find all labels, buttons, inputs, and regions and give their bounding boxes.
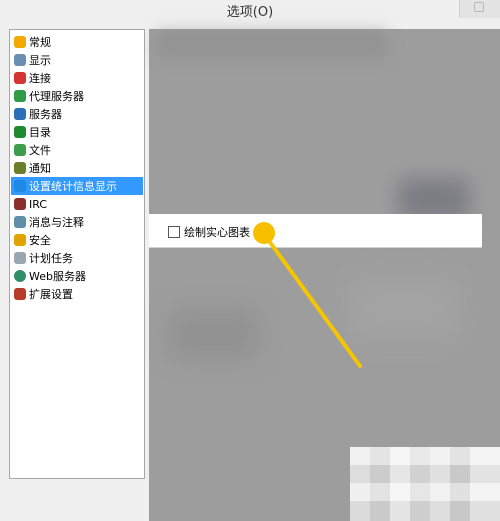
lock-icon [14, 234, 26, 246]
blurred-content [157, 31, 387, 59]
sidebar-item-proxy[interactable]: 代理服务器 [11, 87, 143, 105]
sidebar-item-statistics-display[interactable]: 设置统计信息显示 [11, 177, 143, 195]
sidebar-item-label: 消息与注释 [29, 216, 84, 229]
window-title: 选项(O) [226, 5, 274, 20]
calendar-icon [14, 252, 26, 264]
sidebar-item-security[interactable]: 安全 [11, 231, 143, 249]
sidebar-item-label: Web服务器 [29, 270, 86, 283]
sidebar-item-server[interactable]: 服务器 [11, 105, 143, 123]
blurred-content [169, 309, 259, 359]
sidebar-item-label: 通知 [29, 162, 51, 175]
irc-icon [14, 198, 26, 210]
connection-icon [14, 72, 26, 84]
draw-solid-chart-option[interactable]: 绘制实心图表 [168, 224, 250, 240]
message-icon [14, 216, 26, 228]
sidebar-item-file[interactable]: 文件 [11, 141, 143, 159]
sidebar-item-label: 连接 [29, 72, 51, 85]
sidebar-item-extension[interactable]: 扩展设置 [11, 285, 143, 303]
sidebar-item-display[interactable]: 显示 [11, 51, 143, 69]
sidebar-item-label: 服务器 [29, 108, 62, 121]
sidebar-item-label: 代理服务器 [29, 90, 84, 103]
pixelated-region [350, 447, 500, 521]
close-button[interactable] [459, 0, 500, 18]
sidebar-item-directory[interactable]: 目录 [11, 123, 143, 141]
sidebar-item-label: 目录 [29, 126, 51, 139]
sidebar-item-scheduler[interactable]: 计划任务 [11, 249, 143, 267]
sidebar-item-web-server[interactable]: Web服务器 [11, 267, 143, 285]
sidebar-item-label: 安全 [29, 234, 51, 247]
file-icon [14, 144, 26, 156]
proxy-icon [14, 90, 26, 102]
draw-solid-chart-label: 绘制实心图表 [184, 226, 250, 239]
sidebar-item-irc[interactable]: IRC [11, 195, 143, 213]
sidebar-item-label: 文件 [29, 144, 51, 157]
draw-solid-chart-checkbox[interactable] [168, 226, 180, 238]
display-icon [14, 54, 26, 66]
sidebar-item-label: 设置统计信息显示 [29, 180, 117, 193]
sidebar-item-label: IRC [29, 197, 48, 211]
blurred-content [349, 279, 459, 339]
blurred-content [399, 179, 469, 219]
sidebar-item-connection[interactable]: 连接 [11, 69, 143, 87]
server-icon [14, 108, 26, 120]
options-category-tree: 常规 显示 连接 代理服务器 服务器 目录 文件 通知 设置统计信息显示 IRC… [9, 29, 145, 479]
sidebar-item-label: 常规 [29, 36, 51, 49]
extension-icon [14, 288, 26, 300]
sidebar-item-messages[interactable]: 消息与注释 [11, 213, 143, 231]
sidebar-item-notification[interactable]: 通知 [11, 159, 143, 177]
sidebar-item-general[interactable]: 常规 [11, 33, 143, 51]
stats-icon [14, 180, 26, 192]
settings-icon [14, 36, 26, 48]
sidebar-item-label: 显示 [29, 54, 51, 67]
notification-icon [14, 162, 26, 174]
folder-icon [14, 126, 26, 138]
web-icon [14, 270, 26, 282]
sidebar-item-label: 扩展设置 [29, 288, 73, 301]
sidebar-item-label: 计划任务 [29, 252, 73, 265]
title-bar: 选项(O) [0, 0, 500, 21]
